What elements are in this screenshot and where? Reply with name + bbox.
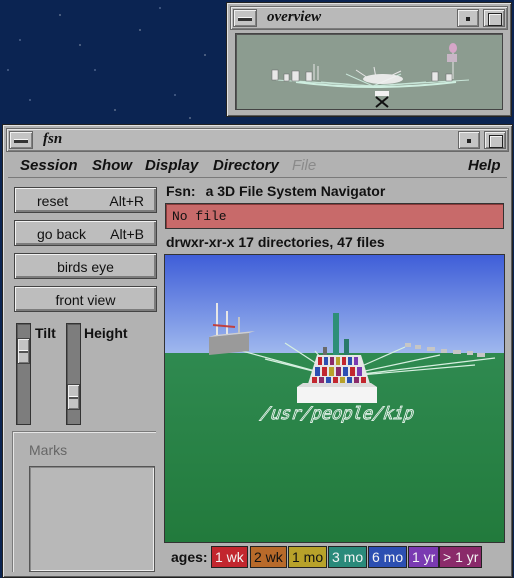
tilt-slider[interactable] <box>16 323 31 425</box>
reset-accel: Alt+R <box>109 193 144 209</box>
birds-eye-label: birds eye <box>57 259 114 275</box>
window-menu-icon[interactable] <box>233 9 257 27</box>
age-chip-2wk: 2 wk <box>250 546 287 568</box>
fsn-window: fsn Session Show Display Directory File … <box>2 124 513 578</box>
tilt-label: Tilt <box>35 325 56 341</box>
marks-label: Marks <box>29 442 68 458</box>
age-chip-3mo: 3 mo <box>328 546 368 568</box>
front-view-button[interactable]: front view <box>14 286 157 312</box>
front-view-label: front view <box>55 292 116 308</box>
overview-title: overview <box>267 9 322 25</box>
maximize-icon[interactable] <box>483 9 505 27</box>
menu-file[interactable]: File <box>292 157 316 174</box>
marks-list[interactable] <box>29 466 155 572</box>
3d-scene: /usr/people/kip <box>165 255 504 542</box>
menu-directory[interactable]: Directory <box>213 157 279 174</box>
navigator-panel: Fsn: a 3D File System Navigator No file d… <box>163 181 507 572</box>
age-chip-1wk: 1 wk <box>211 546 248 568</box>
menu-session[interactable]: Session <box>20 157 78 174</box>
app-description: a 3D File System Navigator <box>205 183 386 199</box>
age-chip-1mo: 1 mo <box>288 546 328 568</box>
control-panel: reset Alt+R go back Alt+B birds eye fron… <box>8 181 161 572</box>
menu-help[interactable]: Help <box>468 157 501 174</box>
menu-display[interactable]: Display <box>145 157 198 174</box>
marks-panel: Marks <box>12 431 156 572</box>
age-chip-6mo: 6 mo <box>368 546 408 568</box>
menu-bar: Session Show Display Directory File Help <box>8 154 507 178</box>
minimize-icon[interactable] <box>457 9 479 27</box>
age-chip-1yr: 1 yr <box>408 546 440 568</box>
maximize-icon[interactable] <box>484 131 506 149</box>
height-slider[interactable] <box>66 323 81 425</box>
height-label: Height <box>84 325 128 341</box>
fsn-titlebar[interactable]: fsn <box>6 128 509 152</box>
3d-viewport[interactable]: /usr/people/kip <box>164 254 505 543</box>
overview-scene <box>271 43 470 108</box>
overview-map[interactable] <box>235 33 503 110</box>
app-heading: Fsn: a 3D File System Navigator <box>166 183 385 199</box>
birds-eye-button[interactable]: birds eye <box>14 253 157 279</box>
reset-button[interactable]: reset Alt+R <box>14 187 157 213</box>
age-chip-gt1yr: > 1 yr <box>439 546 483 568</box>
go-back-button[interactable]: go back Alt+B <box>14 220 157 246</box>
scene-path-label: /usr/people/kip <box>257 404 417 423</box>
menu-show[interactable]: Show <box>92 157 132 174</box>
overview-window: overview <box>226 2 512 117</box>
file-field-text: No file <box>172 209 227 224</box>
directory-info: drwxr-xr-x 17 directories, 47 files <box>166 234 385 250</box>
tilt-slider-thumb[interactable] <box>17 338 30 364</box>
reset-label: reset <box>37 193 69 209</box>
file-field[interactable]: No file <box>165 203 504 229</box>
height-slider-thumb[interactable] <box>67 384 80 410</box>
window-menu-icon[interactable] <box>9 131 33 149</box>
go-back-accel: Alt+B <box>110 226 144 242</box>
minimize-icon[interactable] <box>458 131 480 149</box>
overview-titlebar[interactable]: overview <box>230 6 508 30</box>
go-back-label: go back <box>37 226 87 242</box>
ages-label: ages: <box>171 549 208 565</box>
age-legend: ages: 1 wk 2 wk 1 mo 3 mo 6 mo 1 yr > 1 … <box>171 546 507 568</box>
app-name: Fsn: <box>166 183 196 199</box>
fsn-title: fsn <box>43 131 63 147</box>
